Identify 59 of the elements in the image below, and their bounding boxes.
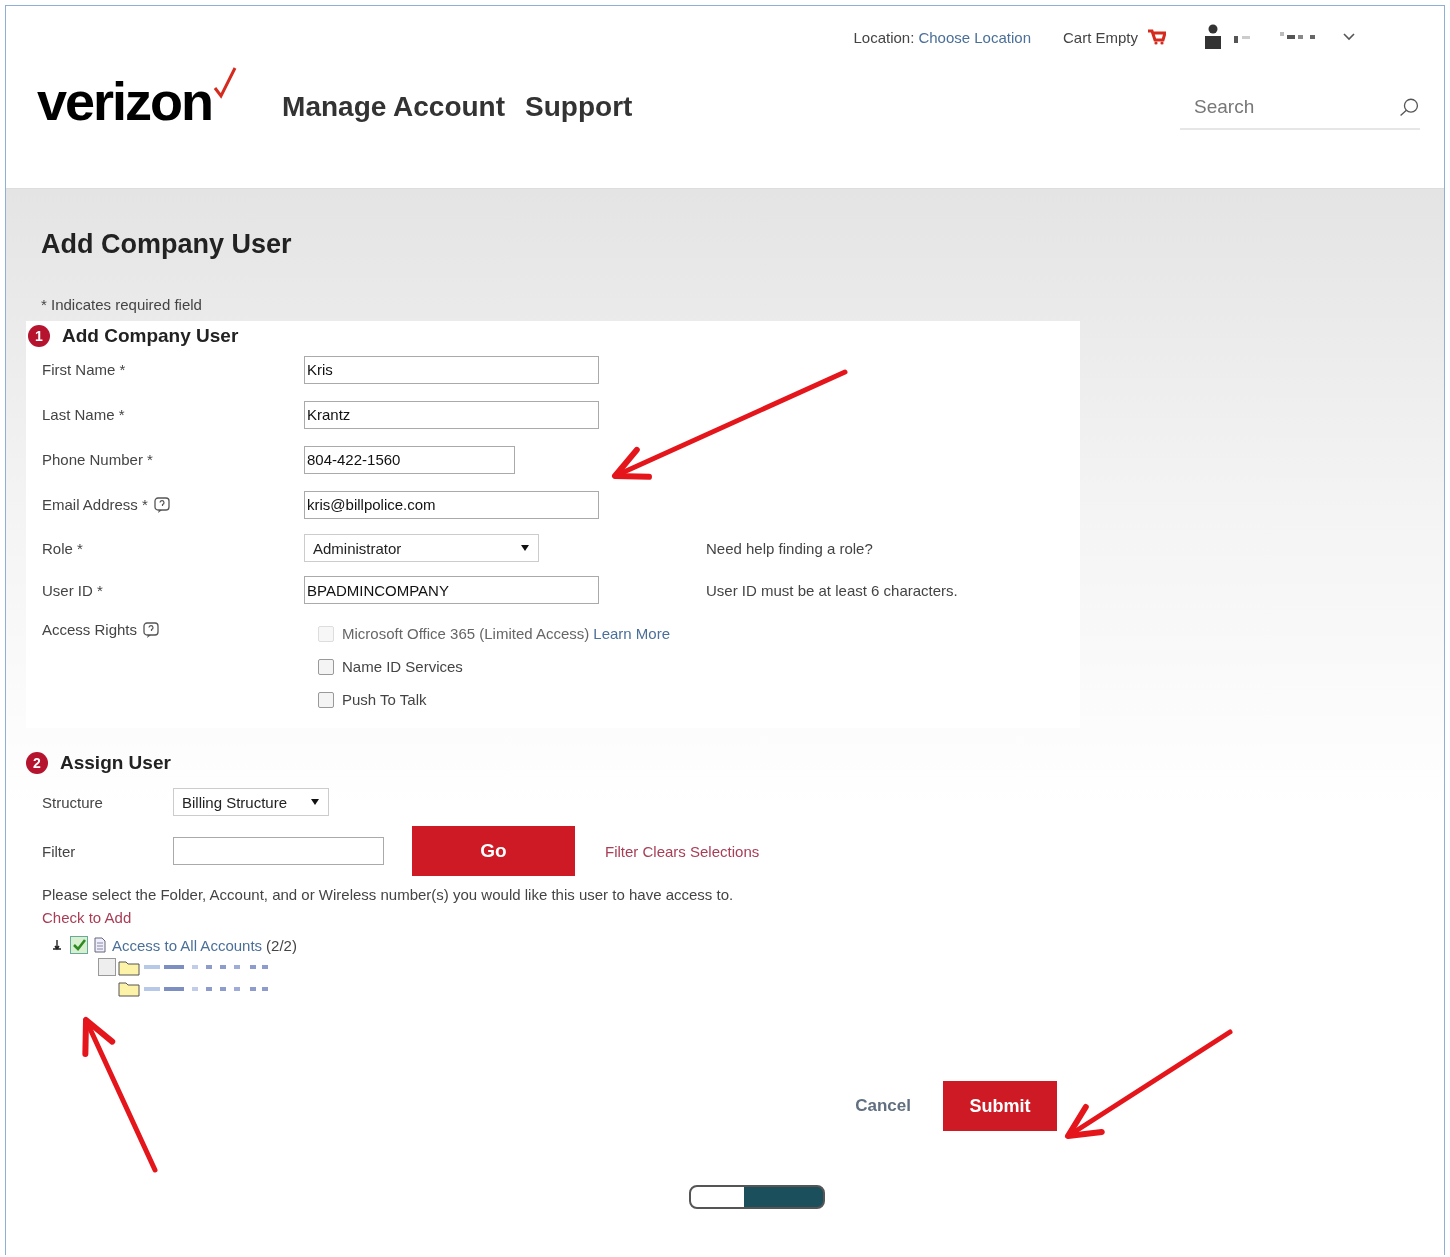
- instructions-text: Please select the Folder, Account, and or Wireless number(s) you would like this user to have access to.: [42, 886, 735, 903]
- text-input[interactable]: BPADMINCOMPANY: [304, 576, 599, 604]
- field-label: Filter: [42, 842, 77, 860]
- cart-icon[interactable]: [1148, 29, 1166, 45]
- filter-input[interactable]: [173, 837, 384, 865]
- folder-icon: [118, 980, 140, 997]
- logo[interactable]: verizon: [37, 70, 239, 132]
- checkbox[interactable]: [98, 958, 116, 976]
- cart-status[interactable]: Cart Empty: [1063, 28, 1138, 46]
- location-label: Location:: [853, 28, 915, 46]
- field-label: Last Name *: [42, 406, 125, 423]
- field-label: Structure: [42, 793, 104, 811]
- text-input[interactable]: 804-422-1560: [304, 445, 515, 474]
- text-input[interactable]: Krantz: [304, 400, 599, 429]
- field-label: Phone Number *: [42, 451, 153, 468]
- toggle-control[interactable]: [689, 1185, 825, 1209]
- structure-select[interactable]: Billing Structure: [173, 788, 329, 816]
- field-label: Email Address *: [42, 496, 148, 513]
- document-icon: [94, 937, 106, 953]
- tree-expander-icon[interactable]: [50, 938, 64, 952]
- step-number: 2: [26, 752, 48, 774]
- choose-location-link[interactable]: Choose Location: [918, 28, 1031, 46]
- field-label: Access Rights: [42, 621, 138, 638]
- cancel-link[interactable]: Cancel: [855, 1096, 911, 1116]
- help-icon[interactable]: [143, 621, 160, 638]
- help-icon[interactable]: [153, 496, 170, 513]
- text-input[interactable]: Kris: [304, 355, 599, 384]
- option-label: Name ID Services: [342, 658, 463, 675]
- tree-count: (2/2): [266, 936, 297, 954]
- field-label: First Name *: [42, 361, 126, 378]
- checkbox[interactable]: [318, 658, 334, 675]
- role-help-link[interactable]: Need help finding a role?: [706, 539, 873, 557]
- search-field[interactable]: Search: [1180, 92, 1398, 122]
- step-number: 1: [28, 325, 50, 347]
- chevron-down-icon[interactable]: [1342, 32, 1356, 42]
- page-title: Add Company User: [40, 228, 293, 260]
- field-label: Role *: [42, 539, 83, 557]
- caret-icon: [310, 798, 320, 806]
- check-to-add-text: Check to Add: [42, 909, 133, 926]
- submit-button[interactable]: Submit: [943, 1081, 1057, 1131]
- tree-node-link[interactable]: Access to All Accounts: [112, 936, 263, 954]
- option-label: Push To Talk: [342, 691, 427, 708]
- hint-text: User ID must be at least 6 characters.: [706, 581, 958, 599]
- required-note: * Indicates required field: [41, 296, 203, 313]
- nav-link[interactable]: Support: [525, 91, 633, 123]
- user-icon[interactable]: [1204, 24, 1222, 50]
- section-title: Add Company User: [62, 325, 239, 347]
- nav-link[interactable]: Manage Account: [282, 91, 506, 123]
- filter-clears-link[interactable]: Filter Clears Selections: [605, 842, 760, 860]
- role-select[interactable]: Administrator: [304, 534, 539, 562]
- field-label: User ID *: [42, 581, 103, 599]
- caret-icon: [520, 544, 530, 552]
- section-title: Assign User: [60, 752, 171, 774]
- text-input[interactable]: kris@billpolice.com: [304, 490, 599, 519]
- option-label: Microsoft Office 365 (Limited Access): [342, 625, 590, 642]
- folder-icon: [118, 958, 140, 976]
- checkbox[interactable]: [70, 936, 88, 954]
- checkbox[interactable]: [318, 691, 334, 708]
- go-button[interactable]: Go: [412, 826, 575, 876]
